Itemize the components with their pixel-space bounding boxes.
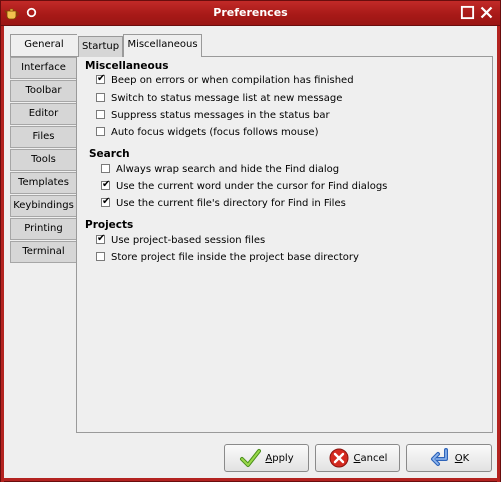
checkbox-checked[interactable] [101,179,110,191]
option-label: Switch to status message list at new mes… [111,93,343,104]
section-title-projects: Projects [85,219,134,231]
checkbox[interactable] [96,126,105,136]
section-title-search: Search [89,148,130,160]
checkbox-checked[interactable] [96,233,105,245]
apply-label-rest: pply [272,452,294,464]
window-border-left [1,26,4,482]
checkbox[interactable] [101,163,110,173]
cancel-label-rest: ancel [360,452,388,464]
option-label: Suppress status messages in the status b… [111,110,330,121]
option-suppress-status[interactable]: Suppress status messages in the status b… [96,109,330,123]
tab-terminal[interactable]: Terminal [10,241,76,263]
option-switch-status-list[interactable]: Switch to status message list at new mes… [96,92,342,106]
tab-tools[interactable]: Tools [10,149,76,171]
ok-label-rest: K [462,452,470,464]
option-label: Beep on errors or when compilation has f… [111,75,354,86]
option-label: Use the current file's directory for Fin… [116,198,346,209]
cancel-button[interactable]: Cancel [315,444,400,472]
ok-button[interactable]: OK [406,444,492,472]
checkbox[interactable] [96,251,105,261]
tab-keybindings[interactable]: Keybindings [10,195,76,217]
option-beep-on-errors[interactable]: Beep on errors or when compilation has f… [96,73,354,88]
option-always-wrap-search[interactable]: Always wrap search and hide the Find dia… [101,163,339,177]
checkbox[interactable] [96,92,105,102]
option-current-word-find[interactable]: Use the current word under the cursor fo… [101,179,388,194]
option-label: Use project-based session files [111,235,266,246]
checkmark-icon [240,449,262,467]
option-store-project-in-base-dir[interactable]: Store project file inside the project ba… [96,251,359,265]
tab-interface[interactable]: Interface [10,57,76,79]
tab-miscellaneous[interactable]: Miscellaneous [123,34,202,57]
cancel-mnemonic: C [353,452,361,464]
option-label: Always wrap search and hide the Find dia… [116,164,340,175]
option-current-dir-find-in-files[interactable]: Use the current file's directory for Fin… [101,196,346,211]
tab-printing[interactable]: Printing [10,218,76,240]
option-label: Store project file inside the project ba… [111,252,359,263]
option-auto-focus[interactable]: Auto focus widgets (focus follows mouse) [96,126,318,140]
maximize-button-icon[interactable] [460,5,475,20]
tab-startup[interactable]: Startup [78,36,123,57]
checkbox-checked[interactable] [101,196,110,208]
tab-toolbar[interactable]: Toolbar [10,80,76,102]
checkbox-checked[interactable] [96,73,105,85]
enter-arrow-icon [430,448,448,466]
ok-mnemonic: O [454,452,463,464]
option-label: Auto focus widgets (focus follows mouse) [111,127,319,138]
window-title: Preferences [213,6,288,19]
tab-templates[interactable]: Templates [10,172,76,194]
cancel-icon [329,448,349,468]
apply-button[interactable]: Apply [224,444,309,472]
option-project-session-files[interactable]: Use project-based session files [96,233,266,248]
close-button-icon[interactable] [479,5,494,20]
checkbox[interactable] [96,109,105,119]
title-bar: Preferences [1,1,500,26]
tab-editor[interactable]: Editor [10,103,76,125]
window-border-bottom [1,478,500,481]
section-title-miscellaneous: Miscellaneous [85,60,169,72]
tab-general[interactable]: General [10,34,77,57]
option-label: Use the current word under the cursor fo… [116,181,388,192]
preferences-window: Preferences General Interface Toolbar Ed… [0,0,501,482]
window-border-right [497,26,500,482]
tab-files[interactable]: Files [10,126,76,148]
